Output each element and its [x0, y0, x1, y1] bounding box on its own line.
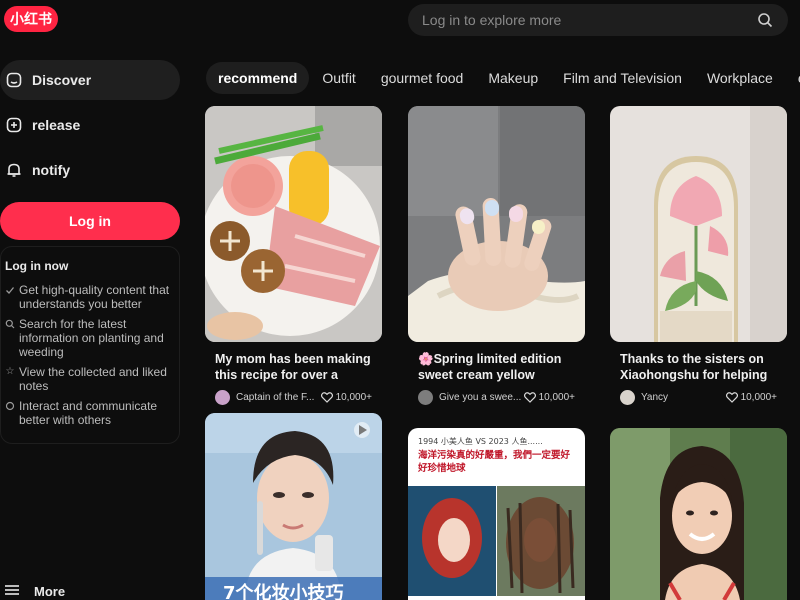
more-menu[interactable]: More — [4, 584, 65, 599]
tab-makeup[interactable]: Makeup — [476, 62, 550, 94]
like-count-text: 10,000+ — [335, 392, 372, 403]
tab-emotion[interactable]: emotion — [786, 62, 800, 94]
menu-icon — [4, 584, 20, 599]
note-cover-image[interactable] — [610, 428, 787, 600]
sidebar-item-label: Discover — [32, 72, 92, 88]
note-cover-image[interactable]: 1994 小美人鱼 VS 2023 人鱼...... 海洋污染真的好嚴重，我們一… — [408, 428, 585, 600]
note-cover-image[interactable] — [205, 106, 382, 342]
search-bar[interactable] — [408, 4, 788, 36]
feed-card[interactable]: 🌸Spring limited edition sweet cream yell… — [408, 106, 585, 405]
perk-text: Search for the latest information on pla… — [19, 317, 164, 359]
like-count[interactable]: 10,000+ — [320, 392, 372, 403]
perk-item: ☆ View the collected and liked notes — [5, 365, 175, 393]
sidebar: Discover release notify Log in Log in no… — [0, 60, 182, 444]
app-logo[interactable]: 小红书 — [4, 6, 58, 32]
video-play-icon — [354, 422, 370, 438]
perk-item: Interact and communicate better with oth… — [5, 399, 175, 427]
sidebar-item-label: notify — [32, 162, 71, 178]
perk-text: View the collected and liked notes — [19, 365, 167, 393]
sidebar-item-notify[interactable]: notify — [0, 150, 182, 190]
like-count-text: 10,000+ — [538, 392, 575, 403]
heart-icon — [320, 392, 333, 403]
note-cover-image[interactable] — [408, 106, 585, 342]
perk-text: Interact and communicate better with oth… — [19, 399, 158, 427]
tab-workplace[interactable]: Workplace — [695, 62, 785, 94]
home-icon — [4, 70, 24, 90]
note-cover-image[interactable] — [610, 106, 787, 342]
sidebar-item-release[interactable]: release — [0, 105, 182, 145]
note-title[interactable]: Thanks to the sisters on Xiaohongshu for… — [610, 351, 787, 383]
avatar[interactable] — [620, 390, 635, 405]
star-icon: ☆ — [5, 366, 15, 377]
avatar[interactable] — [215, 390, 230, 405]
heart-icon — [725, 392, 738, 403]
perk-item: Search for the latest information on pla… — [5, 317, 175, 359]
login-button[interactable]: Log in — [0, 202, 180, 240]
bell-icon — [4, 160, 24, 180]
feed-card[interactable]: My mom has been making this recipe for o… — [205, 106, 382, 405]
feed-card[interactable]: Thanks to the sisters on Xiaohongshu for… — [610, 106, 787, 405]
author-name[interactable]: Give you a swee... — [439, 392, 524, 403]
avatar[interactable] — [418, 390, 433, 405]
sidebar-item-discover[interactable]: Discover — [0, 60, 180, 100]
author-name[interactable]: Yancy — [641, 392, 726, 403]
perk-text: Get high-quality content that understand… — [19, 283, 170, 311]
search-icon[interactable] — [756, 11, 774, 29]
author-name[interactable]: Captain of the F... — [236, 392, 321, 403]
note-title[interactable]: My mom has been making this recipe for o… — [205, 351, 382, 383]
cover-overlay-text: 7个化妆小技巧 — [223, 583, 344, 600]
tab-film-and-television[interactable]: Film and Television — [551, 62, 694, 94]
like-count[interactable]: 10,000+ — [725, 392, 777, 403]
like-count[interactable]: 10,000+ — [523, 392, 575, 403]
chat-icon — [5, 401, 15, 411]
note-cover-image[interactable]: 7个化妆小技巧 — [205, 413, 382, 600]
login-prompt-card: Log in now Get high-quality content that… — [0, 246, 180, 444]
tab-outfit[interactable]: Outfit — [310, 62, 367, 94]
search-icon — [5, 319, 15, 329]
feed-card[interactable]: 1994 小美人鱼 VS 2023 人鱼...... 海洋污染真的好嚴重，我們一… — [408, 428, 585, 600]
like-count-text: 10,000+ — [740, 392, 777, 403]
category-tabs: recommend Outfit gourmet food Makeup Fil… — [200, 60, 800, 96]
check-icon — [5, 285, 15, 295]
heart-icon — [523, 392, 536, 403]
note-title[interactable]: 🌸Spring limited edition sweet cream yell… — [408, 351, 585, 383]
perk-item: Get high-quality content that understand… — [5, 283, 175, 311]
feed-card[interactable] — [610, 428, 787, 600]
note-meta: Captain of the F... 10,000+ — [205, 390, 382, 405]
tab-gourmet-food[interactable]: gourmet food — [369, 62, 476, 94]
plus-square-icon — [4, 115, 24, 135]
search-input[interactable] — [422, 12, 756, 28]
note-meta: Give you a swee... 10,000+ — [408, 390, 585, 405]
more-label: More — [34, 584, 66, 599]
note-meta: Yancy 10,000+ — [610, 390, 787, 405]
feed-card[interactable]: 7个化妆小技巧 — [205, 413, 382, 600]
login-card-title: Log in now — [5, 259, 69, 273]
tab-recommend[interactable]: recommend — [206, 62, 310, 94]
sidebar-item-label: release — [32, 117, 81, 133]
